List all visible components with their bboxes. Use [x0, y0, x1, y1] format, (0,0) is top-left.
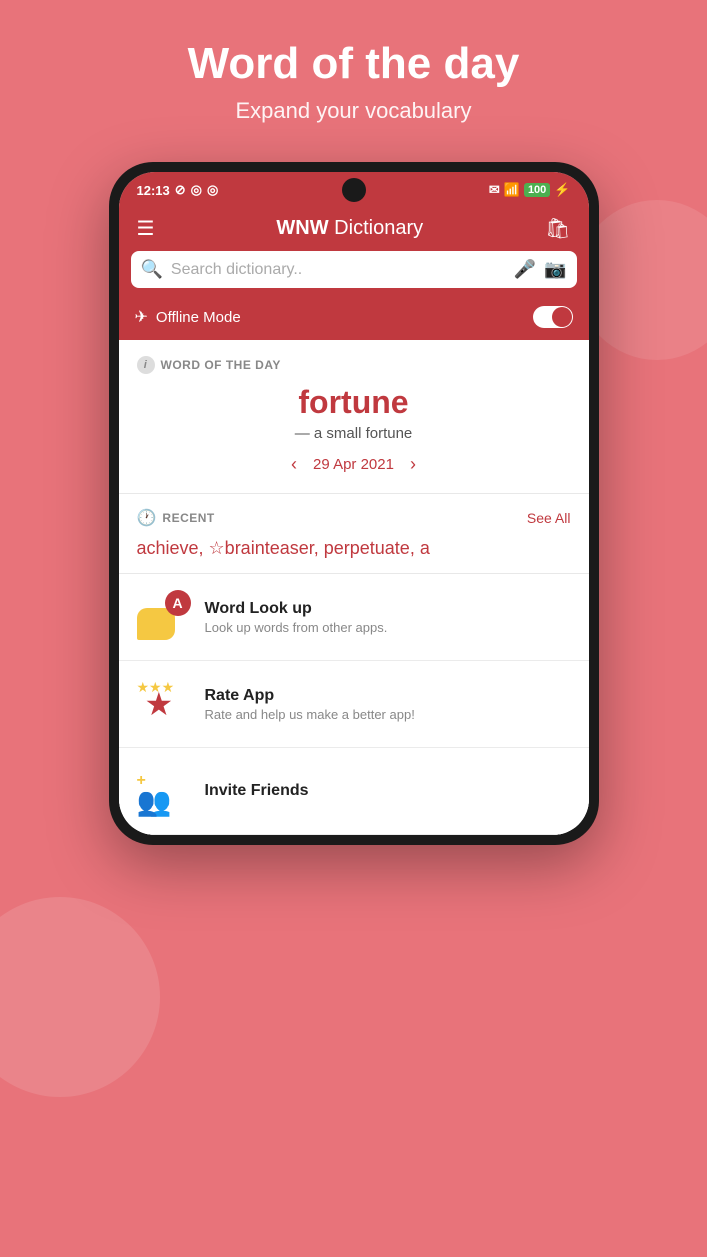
- offline-toggle[interactable]: [533, 306, 573, 328]
- word-lookup-card[interactable]: A Word Look up Look up words from other …: [119, 574, 589, 661]
- rate-app-title: Rate App: [205, 687, 415, 705]
- see-all-button[interactable]: See All: [527, 510, 571, 526]
- status-right: ✉ 📶 100 ⚡: [489, 182, 571, 198]
- msg-icon: ✉: [489, 182, 500, 198]
- store-button[interactable]: 🛍: [545, 216, 570, 241]
- invite-friends-title: Invite Friends: [205, 782, 309, 800]
- page-subtitle: Expand your vocabulary: [188, 98, 520, 124]
- header-section: Word of the day Expand your vocabulary: [168, 0, 540, 144]
- invite-friends-icon-wrap: + 👥: [137, 764, 191, 818]
- status-bar: 12:13 ⊘ ◎ ◎ ✉ 📶 100 ⚡: [119, 172, 589, 206]
- word-definition: — a small fortune: [137, 425, 571, 442]
- recent-clock-icon: 🕐: [137, 508, 157, 528]
- charging-icon: ⚡: [554, 182, 570, 198]
- lookup-badge: A: [165, 590, 191, 616]
- search-icon: 🔍: [141, 259, 163, 280]
- offline-label: Offline Mode: [156, 309, 241, 326]
- phone-mockup: 12:13 ⊘ ◎ ◎ ✉ 📶 100 ⚡ ☰ WNW Dictionary: [109, 162, 599, 845]
- word-lookup-text: Word Look up Look up words from other ap…: [205, 600, 388, 635]
- recent-section-label: RECENT: [162, 511, 214, 525]
- recent-header: 🕐 RECENT See All: [137, 508, 571, 528]
- offline-left: ✈ Offline Mode: [135, 307, 241, 327]
- battery-icon: 100: [524, 183, 550, 197]
- invite-friends-text: Invite Friends: [205, 782, 309, 800]
- lookup-icon: A: [137, 590, 191, 644]
- word-of-day-section-label: WORD OF THE DAY: [161, 358, 281, 372]
- rate-app-card[interactable]: ★★★ ★ Rate App Rate and help us make a b…: [119, 661, 589, 748]
- recent-words-list[interactable]: achieve, ☆brainteaser, perpetuate, a: [137, 538, 571, 559]
- dnd-icon: ⊘: [175, 182, 186, 198]
- lookup-bubble: [137, 608, 175, 640]
- search-bar[interactable]: 🔍 Search dictionary.. 🎤 📷: [131, 251, 577, 288]
- rate-app-desc: Rate and help us make a better app!: [205, 707, 415, 722]
- word-of-day-card: i WORD OF THE DAY fortune — a small fort…: [119, 340, 589, 494]
- word-lookup-icon-wrap: A: [137, 590, 191, 644]
- search-bar-container: 🔍 Search dictionary.. 🎤 📷: [119, 251, 589, 298]
- camera-icon[interactable]: 📷: [544, 259, 566, 280]
- rate-star-main: ★: [145, 685, 174, 723]
- content-area: i WORD OF THE DAY fortune — a small fort…: [119, 340, 589, 835]
- invite-friends-card[interactable]: + 👥 Invite Friends: [119, 748, 589, 835]
- status-time: 12:13: [137, 183, 170, 198]
- app-bar-title: WNW Dictionary: [276, 217, 423, 240]
- date-navigation: ‹ 29 Apr 2021 ›: [137, 454, 571, 475]
- rate-app-icon-wrap: ★★★ ★: [137, 677, 191, 731]
- phone-frame: 12:13 ⊘ ◎ ◎ ✉ 📶 100 ⚡ ☰ WNW Dictionary: [109, 162, 599, 845]
- hamburger-menu-button[interactable]: ☰: [137, 216, 155, 241]
- bg-decoration-left: [0, 897, 160, 1097]
- recent-header-left: 🕐 RECENT: [137, 508, 215, 528]
- word-of-day-label: i WORD OF THE DAY: [137, 356, 571, 374]
- word-of-day-title[interactable]: fortune: [137, 384, 571, 421]
- next-date-button[interactable]: ›: [410, 454, 416, 475]
- airplane-icon: ✈: [135, 307, 148, 327]
- recent-card: 🕐 RECENT See All achieve, ☆brainteaser, …: [119, 494, 589, 574]
- invite-plus-icon: +: [137, 772, 146, 790]
- invite-icon: + 👥: [137, 764, 191, 818]
- mic-icon[interactable]: 🎤: [514, 259, 536, 280]
- word-lookup-title: Word Look up: [205, 600, 388, 618]
- toggle-knob: [552, 307, 572, 327]
- phone-screen: 12:13 ⊘ ◎ ◎ ✉ 📶 100 ⚡ ☰ WNW Dictionary: [119, 172, 589, 835]
- info-icon: i: [137, 356, 155, 374]
- rate-app-text: Rate App Rate and help us make a better …: [205, 687, 415, 722]
- prev-date-button[interactable]: ‹: [291, 454, 297, 475]
- brand-regular: Dictionary: [329, 217, 423, 239]
- word-lookup-desc: Look up words from other apps.: [205, 620, 388, 635]
- notification-icon: ◎: [207, 182, 218, 198]
- status-left: 12:13 ⊘ ◎ ◎: [137, 182, 219, 198]
- rate-icon: ★★★ ★: [137, 677, 191, 731]
- page-title: Word of the day: [188, 40, 520, 88]
- word-date: 29 Apr 2021: [313, 456, 394, 473]
- camera-notch: [342, 178, 366, 202]
- app-bar: ☰ WNW Dictionary 🛍: [119, 206, 589, 251]
- offline-bar: ✈ Offline Mode: [119, 298, 589, 340]
- brand-bold: WNW: [276, 217, 328, 239]
- sync-icon: ◎: [191, 182, 202, 198]
- wifi-icon: 📶: [504, 182, 520, 198]
- search-input[interactable]: Search dictionary..: [171, 261, 506, 279]
